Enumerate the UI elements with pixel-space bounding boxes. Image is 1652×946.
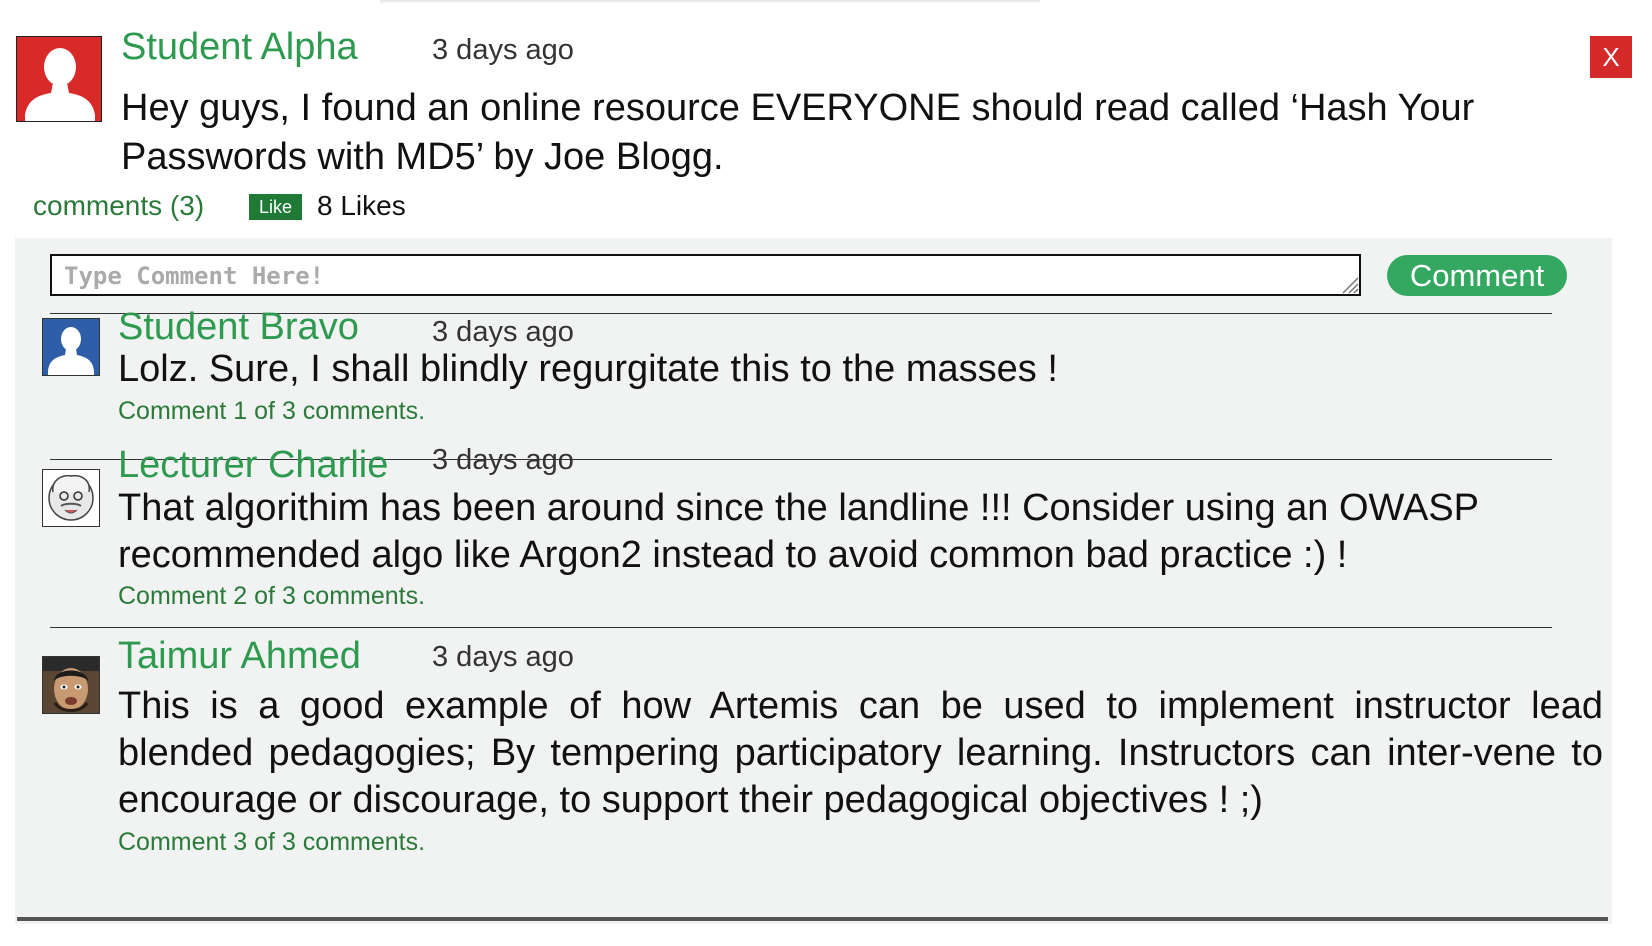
post-timestamp: 3 days ago [432, 34, 574, 66]
user-avatar-icon[interactable] [42, 318, 100, 376]
comment-position: Comment 1 of 3 comments. [118, 397, 426, 425]
comment-input[interactable] [50, 254, 1361, 296]
main-post: Student Alpha 3 days ago X Hey guys, I f… [0, 0, 1652, 240]
comment-position: Comment 2 of 3 comments. [118, 582, 426, 610]
comment-submit-button[interactable]: Comment [1387, 255, 1567, 296]
comment-position: Comment 3 of 3 comments. [118, 828, 426, 856]
post-author[interactable]: Student Alpha [121, 26, 358, 69]
comment-author[interactable]: Student Bravo [118, 306, 359, 349]
likes-count: 8 Likes [317, 190, 406, 221]
like-button[interactable]: Like [249, 194, 302, 220]
comment-author[interactable]: Taimur Ahmed [118, 635, 361, 678]
comment-text: That algorithim has been around since th… [118, 487, 1479, 576]
post-body: Hey guys, I found an online resource EVE… [121, 87, 1475, 178]
comments-panel: Comment Student Bravo 3 days ago Lolz. S… [15, 238, 1612, 924]
photo-avatar-icon[interactable] [42, 656, 100, 714]
comment-author[interactable]: Lecturer Charlie [118, 444, 388, 487]
resize-grip-icon[interactable] [1341, 276, 1359, 294]
divider [50, 627, 1552, 628]
comment-text: Lolz. Sure, I shall blindly regurgitate … [118, 348, 1058, 390]
comment-timestamp: 3 days ago [432, 444, 574, 476]
comments-link[interactable]: comments (3) [33, 190, 204, 222]
close-button[interactable]: X [1590, 36, 1632, 78]
comment-timestamp: 3 days ago [432, 316, 574, 348]
panel-bottom-border [17, 917, 1608, 921]
scientist-avatar-icon[interactable] [42, 469, 100, 527]
comment-timestamp: 3 days ago [432, 641, 574, 673]
user-avatar-icon[interactable] [16, 36, 102, 122]
comment-text: This is a good example of how Artemis ca… [118, 685, 1603, 821]
